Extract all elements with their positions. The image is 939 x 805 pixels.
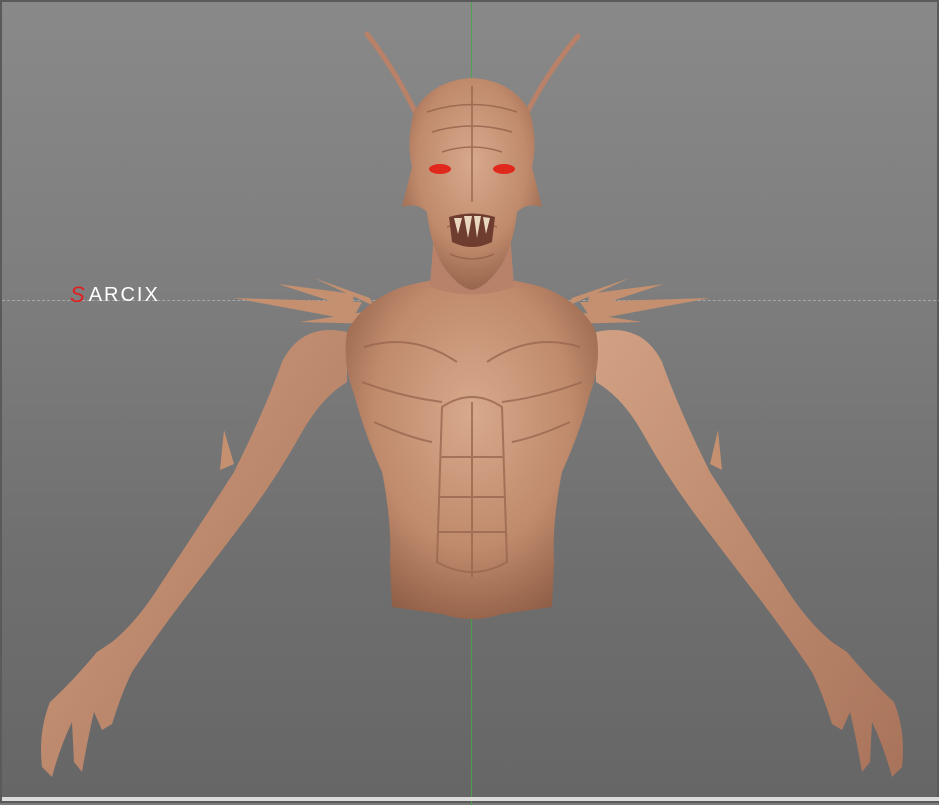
left-elbow-spike — [220, 430, 234, 470]
3d-viewport[interactable]: S ARCIX — [0, 0, 939, 805]
creature-sculpt[interactable] — [2, 2, 939, 805]
logo-mark: S — [70, 282, 87, 307]
logo-text: ARCIX — [88, 283, 160, 306]
right-shoulder-spikes — [565, 278, 710, 324]
left-antenna — [364, 31, 423, 125]
right-arm — [596, 330, 903, 777]
right-antenna — [519, 33, 581, 125]
left-arm — [41, 330, 347, 777]
bottom-edge-bar — [2, 797, 939, 801]
sarcix-logo: S ARCIX — [70, 282, 160, 307]
right-eye — [493, 164, 515, 174]
right-elbow-spike — [710, 430, 722, 470]
left-eye — [429, 164, 451, 174]
left-shoulder-spikes — [234, 278, 377, 324]
